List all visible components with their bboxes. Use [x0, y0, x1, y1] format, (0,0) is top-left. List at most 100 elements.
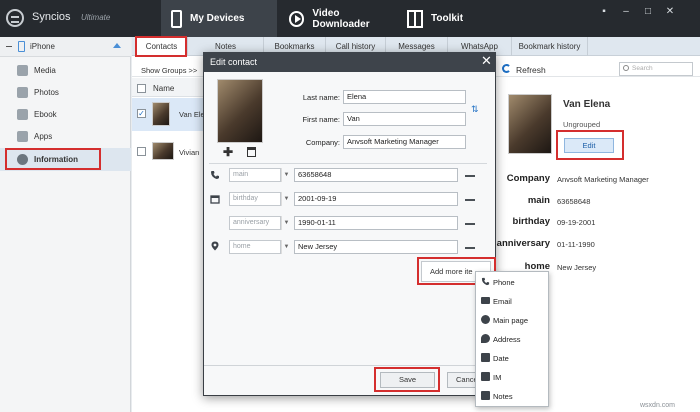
tab-video-label: Video Downloader	[312, 7, 370, 30]
menu-item-label: Main page	[493, 316, 529, 325]
divider	[209, 163, 487, 164]
globe-icon	[481, 315, 490, 324]
music-icon	[17, 65, 28, 76]
detail-value-home: New Jersey	[557, 263, 597, 272]
remove-field-icon[interactable]	[465, 199, 475, 201]
sidebar-item-label: Media	[34, 66, 56, 75]
select-all-checkbox[interactable]	[137, 84, 146, 93]
anniversary-field[interactable]: 1990-01-11	[294, 216, 458, 230]
toolkit-icon	[407, 9, 423, 28]
company-label: Company:	[305, 138, 340, 147]
delete-photo-icon[interactable]	[247, 147, 256, 157]
tab-bookmark-history[interactable]: Bookmark history	[512, 37, 588, 56]
contact-group: Ungrouped	[563, 120, 601, 129]
refresh-icon[interactable]	[502, 64, 511, 73]
remove-field-icon[interactable]	[465, 247, 475, 249]
minimize-button[interactable]: –	[620, 6, 632, 18]
notes-icon	[481, 391, 490, 400]
link-icon[interactable]: ⇅	[471, 104, 479, 115]
menu-button[interactable]: ▪	[598, 6, 610, 18]
dialog-title: Edit contact	[210, 57, 258, 67]
menu-item-label: Notes	[493, 392, 513, 401]
remove-field-icon[interactable]	[465, 223, 475, 225]
search-icon	[623, 65, 629, 71]
first-name-field[interactable]: Van	[343, 112, 466, 126]
chevron-down-icon[interactable]: ▼	[281, 192, 291, 206]
detail-value-anniversary: 01-11-1990	[557, 240, 595, 249]
search-input[interactable]	[619, 62, 693, 76]
highlight-box-edit	[556, 130, 624, 160]
field-type-select[interactable]: anniversary	[229, 216, 281, 230]
field-type-select[interactable]: birthday	[229, 192, 281, 206]
chevron-down-icon[interactable]: ▼	[281, 216, 291, 230]
field-type-select[interactable]: main	[229, 168, 281, 182]
phone-field[interactable]: 63658648	[294, 168, 458, 182]
row-checkbox-checked[interactable]: ✓	[137, 109, 146, 118]
phone-icon	[481, 277, 490, 286]
tab-toolkit[interactable]: Toolkit	[397, 0, 513, 37]
menu-item-label: Email	[493, 297, 512, 306]
eject-icon[interactable]	[113, 43, 121, 48]
address-field[interactable]: New Jersey	[294, 240, 458, 254]
first-name-label: First name:	[302, 115, 340, 124]
app-name: Syncios	[32, 11, 71, 23]
maximize-button[interactable]: □	[642, 6, 654, 18]
last-name-field[interactable]: Elena	[343, 90, 466, 104]
company-field[interactable]: Anvsoft Marketing Manager	[343, 135, 466, 149]
detail-value-birthday: 09-19-2001	[557, 218, 596, 227]
contact-name: Van Ele	[179, 110, 205, 119]
menu-item-label: Address	[493, 335, 521, 344]
app-edition: Ultimate	[81, 13, 111, 22]
sidebar-item-label: Ebook	[34, 110, 57, 119]
menu-item-label: IM	[493, 373, 502, 382]
contact-photo-editor[interactable]	[217, 79, 263, 143]
book-icon	[17, 109, 28, 120]
phone-icon	[210, 170, 220, 180]
contact-avatar	[152, 142, 174, 160]
highlight-box-save	[374, 367, 440, 392]
device-name: iPhone	[30, 42, 55, 51]
photo-icon	[17, 87, 28, 98]
remove-field-icon[interactable]	[465, 175, 475, 177]
chevron-down-icon[interactable]: ▼	[281, 240, 291, 254]
iphone-icon	[18, 41, 25, 52]
location-icon	[481, 334, 490, 343]
dialog-close-icon[interactable]: ✕	[481, 54, 492, 68]
phone-icon	[171, 9, 182, 28]
syncios-logo-icon	[6, 9, 24, 27]
contact-photo	[508, 94, 552, 154]
close-button[interactable]: ✕	[664, 6, 676, 18]
show-groups-link[interactable]: Show Groups >>	[141, 66, 197, 75]
tab-toolkit-label: Toolkit	[431, 13, 464, 24]
tab-my-devices[interactable]: My Devices	[161, 0, 277, 37]
collapse-icon[interactable]	[6, 46, 12, 47]
menu-item-label: Phone	[493, 278, 515, 287]
chat-icon	[481, 372, 490, 381]
watermark: wsxdn.com	[640, 402, 676, 409]
sidebar-item-label: Apps	[34, 132, 53, 141]
email-icon	[481, 297, 490, 304]
birthday-field[interactable]: 2001-09-19	[294, 192, 458, 206]
tab-video-downloader[interactable]: Video Downloader	[279, 0, 395, 37]
contact-full-name: Van Elena	[563, 99, 611, 110]
apps-icon	[17, 131, 28, 142]
row-checkbox[interactable]	[137, 147, 146, 156]
tab-my-devices-label: My Devices	[190, 13, 245, 24]
calendar-icon	[210, 194, 220, 204]
field-type-select[interactable]: home	[229, 240, 281, 254]
contact-name: Vivian	[179, 148, 200, 157]
sidebar-item-label: Photos	[34, 88, 59, 97]
chevron-down-icon[interactable]: ▼	[281, 168, 291, 182]
search-placeholder: Search	[632, 65, 653, 72]
play-icon	[289, 10, 305, 27]
detail-value-company: Anvsoft Marketing Manager	[557, 175, 649, 184]
refresh-button[interactable]: Refresh	[516, 65, 546, 75]
highlight-box-information	[5, 148, 101, 170]
last-name-label: Last name:	[302, 93, 340, 102]
name-column-header[interactable]: Name	[153, 84, 174, 93]
add-photo-icon[interactable]: ✚	[223, 146, 233, 158]
contact-avatar	[152, 102, 170, 126]
detail-value-main: 63658648	[557, 197, 591, 206]
location-icon	[210, 241, 220, 251]
highlight-box-contacts	[135, 36, 187, 57]
